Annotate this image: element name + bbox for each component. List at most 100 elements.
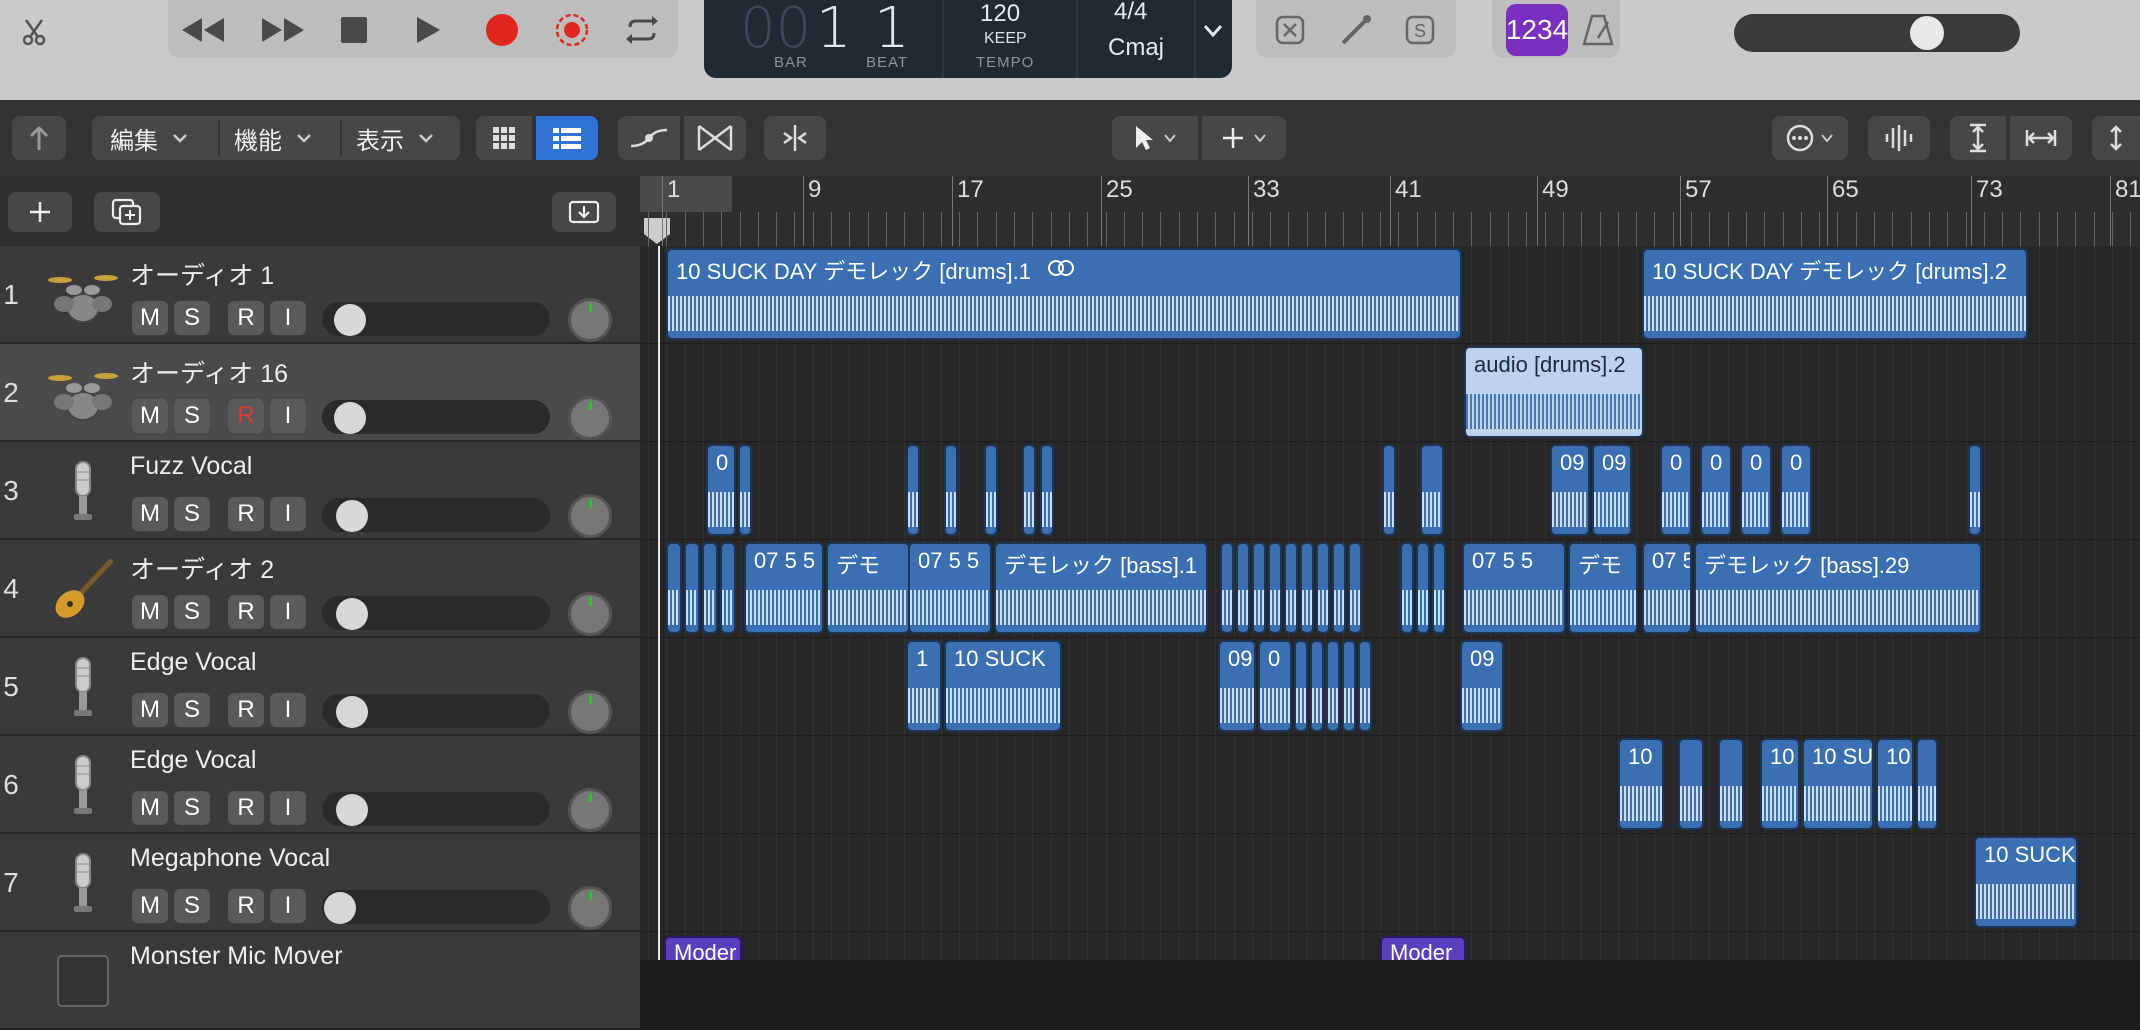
volume-knob[interactable] — [324, 892, 356, 924]
track-header[interactable]: Monster Mic Mover — [0, 932, 640, 1030]
view-menu[interactable]: 表示 — [356, 116, 456, 160]
audio-region[interactable]: 07 5 5 — [908, 542, 992, 634]
input-monitor-button[interactable]: I — [270, 595, 306, 629]
audio-region[interactable] — [1316, 542, 1330, 634]
function-menu[interactable]: 機能 — [234, 116, 334, 160]
track-name[interactable]: Fuzz Vocal — [130, 452, 252, 481]
count-in-button[interactable]: 1234 — [1506, 4, 1568, 56]
solo-button[interactable]: S — [174, 497, 210, 531]
audio-region[interactable]: 09 — [1592, 444, 1632, 536]
audio-region[interactable] — [1294, 640, 1308, 732]
metronome-icon[interactable] — [1578, 10, 1618, 50]
audio-region[interactable] — [1236, 542, 1250, 634]
audio-region[interactable] — [1220, 542, 1234, 634]
volume-knob[interactable] — [336, 500, 368, 532]
record-enable-button[interactable]: R — [228, 301, 264, 335]
audio-region[interactable] — [720, 542, 736, 634]
audio-region[interactable] — [1718, 738, 1744, 830]
audio-region[interactable]: 0 — [1258, 640, 1292, 732]
audio-region[interactable] — [1268, 542, 1282, 634]
audio-region[interactable] — [1332, 542, 1346, 634]
pointer-tool-menu[interactable] — [1112, 116, 1198, 160]
audio-region[interactable]: 0 — [1740, 444, 1772, 536]
pan-knob[interactable] — [568, 396, 612, 440]
track-name[interactable]: Edge Vocal — [130, 746, 257, 775]
volume-knob[interactable] — [336, 794, 368, 826]
volume-knob[interactable] — [334, 402, 366, 434]
chevron-down-icon[interactable] — [1198, 16, 1228, 46]
audio-region[interactable] — [984, 444, 998, 536]
track-name[interactable]: オーディオ 1 — [130, 256, 274, 292]
scissors-icon[interactable] — [12, 10, 56, 54]
input-monitor-button[interactable]: I — [270, 791, 306, 825]
automation-curve-icon[interactable] — [618, 116, 680, 160]
catch-playhead-button[interactable] — [552, 192, 616, 232]
track-name[interactable]: オーディオ 2 — [130, 550, 274, 586]
mute-button[interactable]: M — [132, 301, 168, 335]
grid-view-icon[interactable] — [476, 116, 532, 160]
record-enable-button[interactable]: R — [228, 399, 264, 433]
record-enable-button[interactable]: R — [228, 791, 264, 825]
audio-region[interactable]: 09 — [1218, 640, 1256, 732]
record-enable-button[interactable]: R — [228, 889, 264, 923]
volume-slider[interactable] — [322, 694, 550, 728]
input-monitor-button[interactable]: I — [270, 399, 306, 433]
audio-region[interactable] — [1342, 640, 1356, 732]
audio-region[interactable]: デモレック [bass].1 — [994, 542, 1208, 634]
audio-region[interactable]: デモ — [1568, 542, 1638, 634]
audio-region[interactable] — [1416, 542, 1430, 634]
crossfade-icon[interactable] — [684, 116, 746, 160]
track-header[interactable]: 4 オーディオ 2 MSRI — [0, 540, 640, 638]
tuner-icon[interactable] — [1334, 8, 1378, 52]
volume-slider[interactable] — [322, 302, 550, 336]
audio-region[interactable] — [1382, 444, 1396, 536]
audio-region[interactable] — [1300, 542, 1314, 634]
mute-button[interactable]: M — [132, 399, 168, 433]
audio-region[interactable]: 07 5 5 — [1642, 542, 1692, 634]
input-monitor-button[interactable]: I — [270, 301, 306, 335]
audio-region[interactable] — [1968, 444, 1982, 536]
input-monitor-button[interactable]: I — [270, 497, 306, 531]
solo-box-icon[interactable]: S — [1398, 8, 1442, 52]
audio-region[interactable]: 0 — [1700, 444, 1732, 536]
list-view-icon[interactable] — [536, 116, 598, 160]
capture-recording-button[interactable] — [552, 8, 592, 52]
audio-region[interactable]: 09 — [1460, 640, 1504, 732]
volume-slider[interactable] — [322, 596, 550, 630]
audio-region[interactable]: 0 — [1660, 444, 1692, 536]
cycle-region[interactable] — [640, 176, 732, 212]
solo-button[interactable]: S — [174, 301, 210, 335]
audio-region[interactable]: 09 — [1550, 444, 1590, 536]
pan-knob[interactable] — [568, 592, 612, 636]
audio-region[interactable] — [944, 444, 958, 536]
solo-button[interactable]: S — [174, 791, 210, 825]
audio-region[interactable]: デモ — [826, 542, 910, 634]
audio-region[interactable]: 10 SUCK — [944, 640, 1062, 732]
stop-button[interactable] — [334, 8, 374, 52]
play-button[interactable] — [408, 8, 448, 52]
audio-region[interactable] — [702, 542, 718, 634]
audio-region[interactable]: 07 5 5 — [744, 542, 824, 634]
timeline-ruler[interactable]: 1 9 17 25 33 41 49 57 65 73 81 — [640, 176, 2140, 246]
rewind-button[interactable] — [176, 8, 232, 52]
volume-slider[interactable] — [322, 792, 550, 826]
pan-knob[interactable] — [568, 298, 612, 342]
audio-region[interactable] — [1420, 444, 1444, 536]
audio-region[interactable]: 10 — [1876, 738, 1914, 830]
audio-region[interactable] — [1040, 444, 1054, 536]
volume-slider[interactable] — [322, 890, 550, 924]
mute-button[interactable]: M — [132, 693, 168, 727]
audio-region[interactable]: 10 SUCK DAY デモレック [drums].2 — [1642, 248, 2028, 340]
audio-region[interactable]: 10 — [1760, 738, 1800, 830]
waveform-zoom-icon[interactable] — [1868, 116, 1930, 160]
audio-region[interactable] — [1678, 738, 1704, 830]
audio-region[interactable]: デモレック [bass].29 — [1694, 542, 1982, 634]
track-header[interactable]: 3 Fuzz Vocal M S R I — [0, 442, 640, 540]
back-arrow-icon[interactable] — [12, 116, 66, 160]
audio-region[interactable] — [1432, 542, 1446, 634]
pan-knob[interactable] — [568, 788, 612, 832]
audio-region[interactable] — [1252, 542, 1266, 634]
playhead-marker[interactable] — [642, 216, 672, 246]
audio-region[interactable] — [1022, 444, 1036, 536]
volume-knob[interactable] — [336, 598, 368, 630]
